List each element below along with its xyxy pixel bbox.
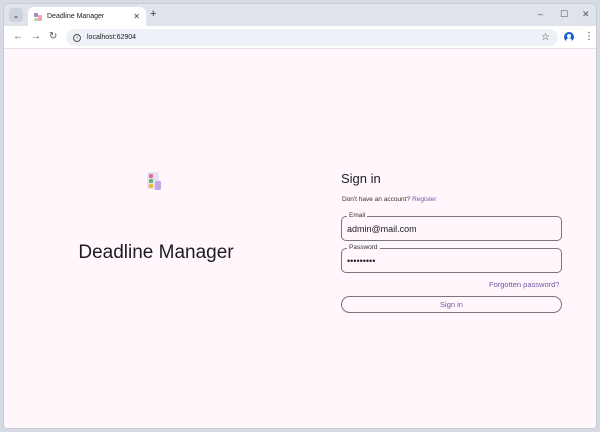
signin-heading: Sign in — [341, 171, 381, 186]
no-account-text: Don't have an account? — [342, 196, 411, 203]
site-info-icon[interactable]: i — [73, 33, 81, 42]
tab-strip: ⌄ Deadline Manager ✕ + – ☐ ✕ — [4, 4, 596, 26]
app-logo-icon — [146, 172, 162, 190]
tab-title: Deadline Manager — [47, 13, 105, 20]
browser-tab[interactable]: Deadline Manager ✕ — [28, 7, 146, 26]
email-label: Email — [347, 212, 368, 220]
forgot-password-link[interactable]: Forgotten password? — [489, 280, 559, 289]
profile-icon[interactable] — [564, 32, 574, 42]
address-bar[interactable]: i localhost:62904 ☆ — [66, 29, 558, 46]
close-window-button[interactable]: ✕ — [582, 9, 590, 19]
bookmark-star-icon[interactable]: ☆ — [541, 32, 550, 43]
browser-menu-button[interactable]: ⋮ — [584, 31, 594, 43]
new-tab-button[interactable]: + — [150, 8, 156, 21]
reload-button[interactable]: ↻ — [49, 31, 57, 43]
password-field[interactable]: Password — [341, 244, 562, 273]
browser-window: ⌄ Deadline Manager ✕ + – ☐ ✕ ← → ↻ i loc… — [3, 3, 597, 429]
browser-toolbar: ← → ↻ i localhost:62904 ☆ ⋮ — [4, 26, 596, 49]
forward-button[interactable]: → — [31, 31, 41, 43]
minimize-button[interactable]: – — [538, 9, 543, 19]
favicon-icon — [34, 12, 42, 21]
password-input[interactable] — [347, 256, 547, 266]
email-input[interactable] — [347, 224, 547, 234]
chevron-down-icon: ⌄ — [12, 10, 20, 20]
register-link[interactable]: Register — [412, 196, 436, 203]
close-tab-icon[interactable]: ✕ — [133, 12, 140, 21]
signin-button[interactable]: Sign in — [341, 296, 562, 313]
password-label: Password — [347, 244, 380, 252]
back-button[interactable]: ← — [13, 31, 23, 43]
maximize-button[interactable]: ☐ — [560, 9, 568, 19]
register-prompt: Don't have an account? Register — [342, 196, 436, 203]
email-field[interactable]: Email — [341, 212, 562, 241]
url-text[interactable]: localhost:62904 — [87, 34, 541, 41]
tab-search-button[interactable]: ⌄ — [9, 8, 23, 22]
app-title: Deadline Manager — [78, 242, 234, 263]
